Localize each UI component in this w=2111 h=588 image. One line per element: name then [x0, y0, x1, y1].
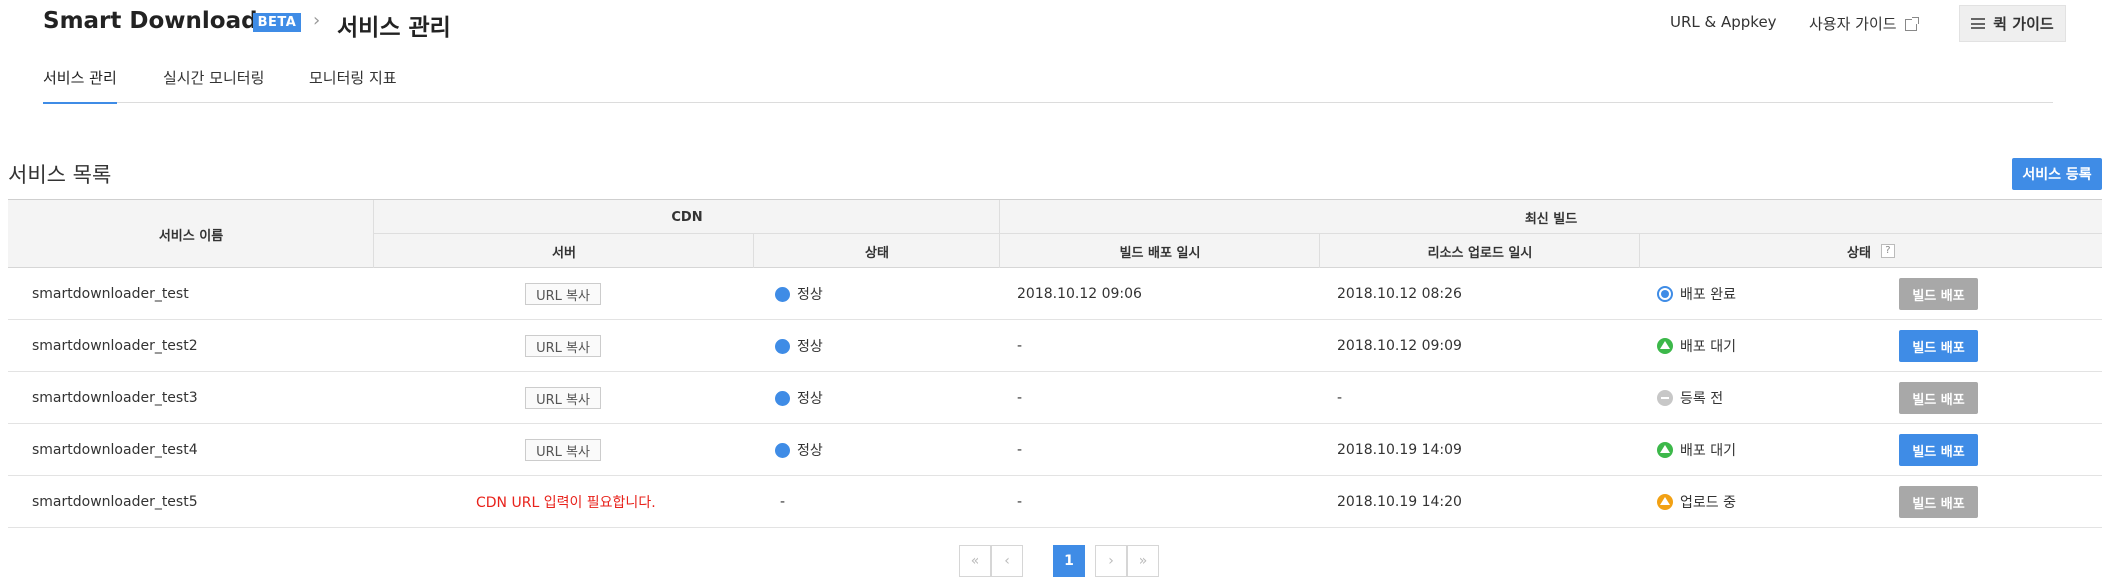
col-build-status: 상태 ? — [1640, 234, 2102, 268]
tab-bar: 서비스 관리 실시간 모니터링 모니터링 지표 — [43, 55, 2053, 104]
service-name: smartdownloader_test4 — [32, 442, 198, 458]
breadcrumb-chevron-icon: › — [313, 10, 321, 31]
app-title: Smart Downloader — [43, 8, 285, 34]
build-deploy-button[interactable]: 빌드 배포 — [1899, 330, 1978, 362]
col-group-cdn: CDN — [671, 209, 703, 225]
tab-monitoring-metrics[interactable]: 모니터링 지표 — [309, 67, 397, 102]
section-title: 서비스 목록 — [8, 163, 112, 187]
page-1-button[interactable]: 1 — [1053, 545, 1085, 577]
pagination: « ‹ 1 › » — [959, 545, 1159, 577]
build-deploy-button[interactable]: 빌드 배포 — [1899, 434, 1978, 466]
divider — [999, 200, 1000, 268]
resource-upload-time: 2018.10.19 14:20 — [1337, 494, 1462, 510]
divider — [373, 200, 374, 268]
col-service-name: 서비스 이름 — [158, 228, 224, 244]
divider — [1639, 234, 1640, 268]
resource-upload-time: 2018.10.12 09:09 — [1337, 338, 1462, 354]
last-page-button[interactable]: » — [1127, 545, 1159, 577]
table-header: 서비스 이름 CDN 최신 빌드 서버 상태 빌드 배포 일시 리소스 업로드 … — [8, 199, 2102, 268]
not-registered-icon — [1657, 390, 1673, 406]
cdn-status-dot-icon — [775, 286, 790, 302]
service-name: smartdownloader_test3 — [32, 390, 198, 406]
table-row: smartdownloader_test2 URL 복사 정상 - 2018.1… — [8, 320, 2102, 372]
build-status-text: 배포 완료 — [1680, 287, 1736, 303]
cdn-status-dot-icon — [775, 442, 790, 458]
build-deploy-time: 2018.10.12 09:06 — [1017, 286, 1142, 302]
build-deploy-time: - — [1017, 494, 1023, 510]
service-name: smartdownloader_test5 — [32, 494, 198, 510]
cdn-status-text: 정상 — [797, 391, 823, 407]
cdn-status-text: 정상 — [797, 339, 823, 355]
divider — [1319, 234, 1320, 268]
col-server: 서버 — [552, 245, 576, 261]
resource-upload-time: - — [1337, 390, 1343, 406]
service-name: smartdownloader_test — [32, 286, 189, 302]
url-copy-button[interactable]: URL 복사 — [525, 335, 601, 357]
user-guide-label: 사용자 가이드 — [1809, 15, 1897, 33]
url-copy-button[interactable]: URL 복사 — [525, 387, 601, 409]
url-appkey-link[interactable]: URL & Appkey — [1670, 13, 1777, 31]
tab-service-management[interactable]: 서비스 관리 — [43, 67, 117, 104]
build-status-text: 등록 전 — [1680, 391, 1724, 407]
divider — [753, 234, 754, 268]
quick-guide-label: 퀵 가이드 — [1993, 15, 2054, 33]
resource-upload-time: 2018.10.19 14:09 — [1337, 442, 1462, 458]
build-deploy-button[interactable]: 빌드 배포 — [1899, 486, 1978, 518]
build-deploy-button[interactable]: 빌드 배포 — [1899, 382, 1978, 414]
table-row: smartdownloader_test5 CDN URL 입력이 필요합니다.… — [8, 476, 2102, 528]
build-deploy-time: - — [1017, 338, 1023, 354]
cdn-status-text: 정상 — [797, 443, 823, 459]
cdn-status-text: 정상 — [797, 287, 823, 303]
build-deploy-time: - — [1017, 442, 1023, 458]
url-copy-button[interactable]: URL 복사 — [525, 439, 601, 461]
user-guide-link[interactable]: 사용자 가이드 — [1809, 13, 1919, 34]
external-link-icon — [1904, 16, 1919, 31]
next-page-button[interactable]: › — [1095, 545, 1127, 577]
prev-page-button[interactable]: ‹ — [991, 545, 1023, 577]
resource-upload-time: 2018.10.12 08:26 — [1337, 286, 1462, 302]
build-status-text: 배포 대기 — [1680, 443, 1736, 459]
register-service-button[interactable]: 서비스 등록 — [2012, 158, 2102, 190]
cdn-status-text: - — [780, 494, 786, 510]
app-header: Smart Downloader BETA › 서비스 관리 URL & App… — [0, 0, 2111, 48]
help-icon[interactable]: ? — [1880, 244, 1895, 258]
menu-icon — [1971, 18, 1986, 29]
deploy-waiting-icon — [1657, 338, 1673, 354]
table-row: smartdownloader_test4 URL 복사 정상 - 2018.1… — [8, 424, 2102, 476]
divider — [374, 233, 2102, 234]
uploading-icon — [1657, 494, 1673, 510]
build-deploy-time: - — [1017, 390, 1023, 406]
page-title: 서비스 관리 — [337, 15, 451, 41]
beta-badge: BETA — [253, 13, 301, 32]
quick-guide-button[interactable]: 퀵 가이드 — [1959, 5, 2066, 42]
service-name: smartdownloader_test2 — [32, 338, 198, 354]
deploy-waiting-icon — [1657, 442, 1673, 458]
table-row: smartdownloader_test URL 복사 정상 2018.10.1… — [8, 268, 2102, 320]
cdn-status-dot-icon — [775, 338, 790, 354]
url-copy-button[interactable]: URL 복사 — [525, 283, 601, 305]
deploy-complete-icon — [1657, 286, 1673, 302]
first-page-button[interactable]: « — [959, 545, 991, 577]
table-row: smartdownloader_test3 URL 복사 정상 - - 등록 전… — [8, 372, 2102, 424]
build-status-text: 배포 대기 — [1680, 339, 1736, 355]
tab-realtime-monitoring[interactable]: 실시간 모니터링 — [163, 67, 264, 102]
col-group-latest-build: 최신 빌드 — [1524, 211, 1578, 227]
build-status-text: 업로드 중 — [1680, 495, 1736, 511]
col-cdn-status: 상태 — [865, 245, 889, 261]
cdn-status-dot-icon — [775, 390, 790, 406]
col-resource-upload-time: 리소스 업로드 일시 — [1427, 245, 1533, 261]
cdn-url-required-error: CDN URL 입력이 필요합니다. — [476, 495, 656, 511]
col-build-status-label: 상태 — [1847, 245, 1871, 261]
col-build-deploy-time: 빌드 배포 일시 — [1119, 245, 1201, 261]
service-table: 서비스 이름 CDN 최신 빌드 서버 상태 빌드 배포 일시 리소스 업로드 … — [8, 199, 2102, 528]
build-deploy-button[interactable]: 빌드 배포 — [1899, 278, 1978, 310]
